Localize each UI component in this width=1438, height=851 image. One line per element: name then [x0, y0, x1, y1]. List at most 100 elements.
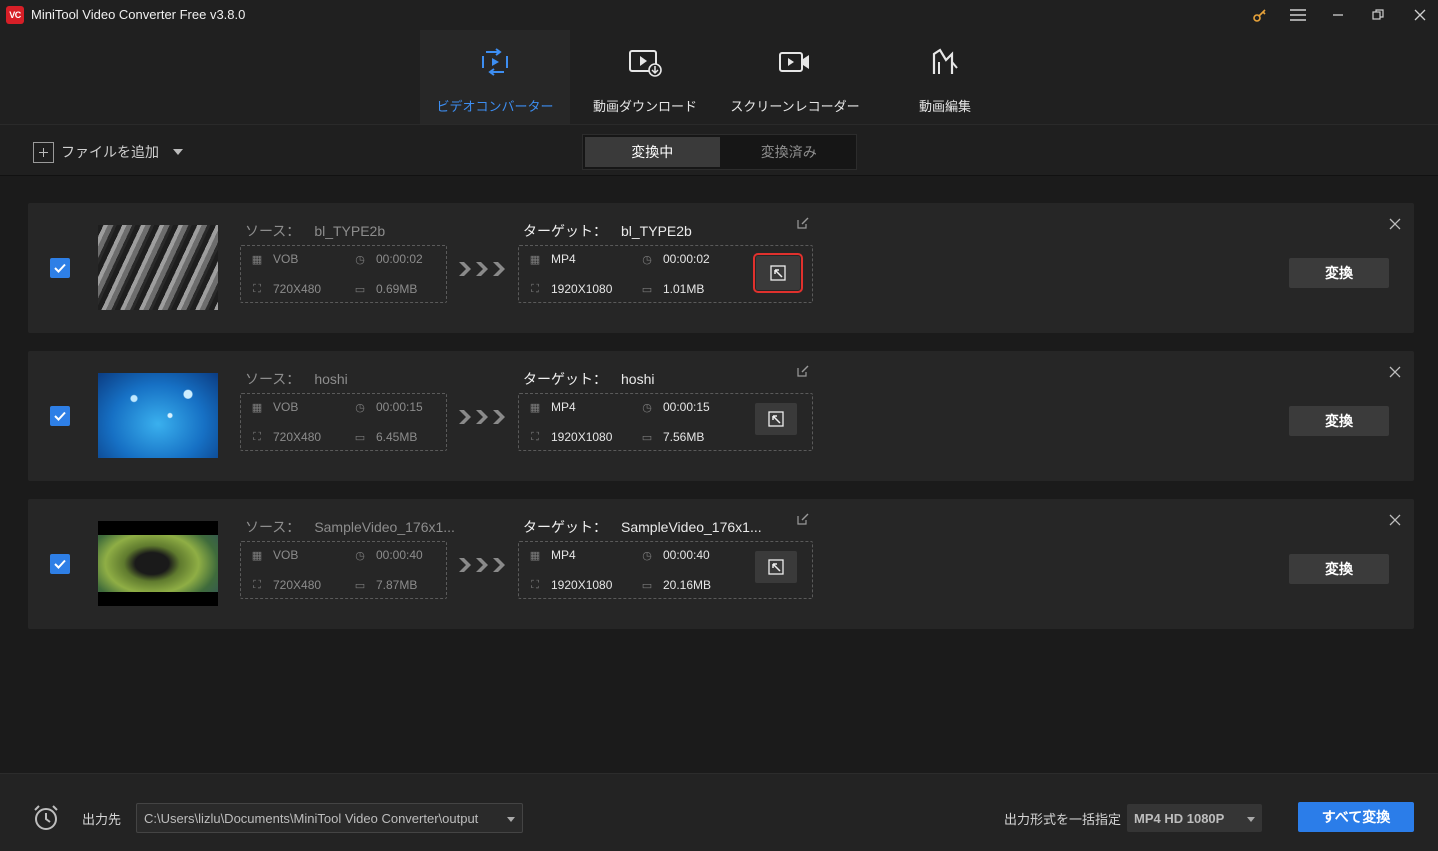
source-format: ▦ VOB	[251, 400, 299, 414]
source-size: ▭ 0.69MB	[354, 282, 418, 296]
status-tabs: 変換中 変換済み	[582, 134, 857, 170]
resolution-icon: ⛶	[531, 578, 539, 591]
convert-button[interactable]: 変換	[1289, 406, 1389, 436]
target-resolution-value: 1920X1080	[551, 578, 613, 592]
format-select[interactable]: MP4 HD 1080P	[1127, 804, 1262, 832]
target-format-value: MP4	[551, 548, 576, 562]
convert-button[interactable]: 変換	[1289, 554, 1389, 584]
checkmark-icon	[54, 559, 66, 569]
format-label: 出力形式を一括指定	[1004, 812, 1122, 827]
target-title: ターゲット： SampleVideo_176x1...	[523, 517, 762, 537]
resolution-icon: ⛶	[253, 430, 261, 443]
target-info-box[interactable]: ▦ MP4 ◷ 00:00:15 ⛶ 1920X1080 ▭ 7.56MB	[518, 393, 813, 451]
remove-file-icon[interactable]	[1389, 218, 1401, 230]
toolbar: ファイルを追加 変換中 変換済み	[0, 124, 1438, 176]
edit-icon[interactable]	[797, 365, 809, 377]
resolution-icon: ⛶	[531, 430, 539, 443]
edit-icon[interactable]	[797, 513, 809, 525]
minimize-icon[interactable]	[1327, 5, 1349, 25]
source-title: ソース： hoshi	[245, 369, 348, 389]
source-title: ソース： SampleVideo_176x1...	[245, 517, 455, 537]
source-info-box: ▦ VOB ◷ 00:00:40 ⛶ 720X480 ▭ 7.87MB	[240, 541, 447, 599]
film-icon: ▦	[529, 549, 541, 562]
chevron-down-icon	[1247, 817, 1255, 822]
target-title: ターゲット： hoshi	[523, 369, 654, 389]
target-title: ターゲット： bl_TYPE2b	[523, 221, 692, 241]
convert-all-button[interactable]: すべて変換	[1298, 802, 1414, 832]
target-duration-value: 00:00:02	[663, 252, 710, 266]
tab-converting[interactable]: 変換中	[585, 137, 720, 167]
file-checkbox[interactable]	[50, 554, 70, 574]
title-bar: VC MiniTool Video Converter Free v3.8.0	[0, 0, 1438, 30]
source-format: ▦ VOB	[251, 252, 299, 266]
target-resolution: ⛶ 1920X1080	[529, 430, 612, 444]
file-checkbox[interactable]	[50, 258, 70, 278]
format-settings-icon	[768, 559, 784, 575]
file-row: ソース： SampleVideo_176x1... ▦ VOB ◷ 00:00:40 …	[28, 499, 1414, 629]
edit-icon[interactable]	[797, 217, 809, 229]
target-duration: ◷ 00:00:40	[641, 548, 710, 562]
remove-file-icon[interactable]	[1389, 514, 1401, 526]
tab-video-editor[interactable]: 動画編集	[870, 30, 1020, 124]
film-icon: ▦	[529, 253, 541, 266]
format-settings-button[interactable]	[755, 551, 797, 583]
source-name: bl_TYPE2b	[314, 223, 386, 239]
file-checkbox[interactable]	[50, 406, 70, 426]
close-window-icon[interactable]	[1409, 5, 1431, 25]
source-duration-value: 00:00:02	[376, 252, 423, 266]
add-file-button[interactable]: ファイルを追加	[33, 141, 183, 163]
resolution-icon: ⛶	[531, 282, 539, 295]
tab-video-download[interactable]: 動画ダウンロード	[570, 30, 720, 124]
target-resolution: ⛶ 1920X1080	[529, 578, 612, 592]
format-settings-button[interactable]	[755, 403, 797, 435]
main-nav: ビデオコンバーター 動画ダウンロード スクリーンレコーダー 動画編集	[0, 30, 1438, 124]
source-label: ソース：	[245, 519, 301, 535]
checkmark-icon	[54, 263, 66, 273]
source-resolution: ⛶ 720X480	[251, 282, 321, 296]
tab-screen-recorder[interactable]: スクリーンレコーダー	[720, 30, 870, 124]
resolution-icon: ⛶	[253, 282, 261, 295]
output-path-value: C:\Users\lizlu\Documents\MiniTool Video …	[144, 810, 479, 826]
restore-icon[interactable]	[1367, 5, 1389, 25]
target-info-box[interactable]: ▦ MP4 ◷ 00:00:40 ⛶ 1920X1080 ▭ 20.16MB	[518, 541, 813, 599]
schedule-icon[interactable]	[32, 804, 60, 832]
target-size: ▭ 1.01MB	[641, 282, 705, 296]
app-logo: VC	[6, 6, 24, 24]
target-duration-value: 00:00:15	[663, 400, 710, 414]
source-size-value: 6.45MB	[376, 430, 418, 444]
source-label: ソース：	[245, 371, 301, 387]
target-info-box[interactable]: ▦ MP4 ◷ 00:00:02 ⛶ 1920X1080 ▭ 1.01MB	[518, 245, 813, 303]
tab-converted[interactable]: 変換済み	[722, 135, 857, 169]
target-format-value: MP4	[551, 400, 576, 414]
add-file-icon	[33, 141, 54, 163]
tab-video-converter[interactable]: ビデオコンバーター	[420, 30, 570, 124]
target-size: ▭ 7.56MB	[641, 430, 705, 444]
convert-arrow-icon	[458, 557, 506, 573]
target-format: ▦ MP4	[529, 252, 576, 266]
source-format-value: VOB	[273, 252, 299, 266]
source-resolution-value: 720X480	[273, 282, 322, 296]
output-path-select[interactable]: C:\Users\lizlu\Documents\MiniTool Video …	[136, 803, 523, 833]
clock-icon: ◷	[355, 253, 365, 266]
format-settings-button[interactable]	[753, 253, 803, 293]
add-file-label: ファイルを追加	[61, 144, 159, 160]
target-format: ▦ MP4	[529, 400, 576, 414]
format-settings-icon	[770, 265, 786, 281]
target-format-value: MP4	[551, 252, 576, 266]
source-duration: ◷ 00:00:40	[354, 548, 423, 562]
convert-button[interactable]: 変換	[1289, 258, 1389, 288]
film-icon: ▦	[251, 253, 263, 266]
tab-screen-recorder-label: スクリーンレコーダー	[730, 99, 860, 114]
folder-icon: ▭	[641, 431, 653, 444]
target-resolution-value: 1920X1080	[551, 282, 613, 296]
checkmark-icon	[54, 411, 66, 421]
menu-icon[interactable]	[1287, 5, 1309, 25]
key-icon[interactable]	[1249, 5, 1271, 25]
remove-file-icon[interactable]	[1389, 366, 1401, 378]
source-resolution-value: 720X480	[273, 430, 322, 444]
format-value: MP4 HD 1080P	[1134, 810, 1225, 826]
chevron-down-icon[interactable]	[173, 149, 183, 155]
target-label: ターゲット：	[523, 223, 607, 239]
source-size: ▭ 6.45MB	[354, 430, 418, 444]
source-title: ソース： bl_TYPE2b	[245, 221, 385, 241]
